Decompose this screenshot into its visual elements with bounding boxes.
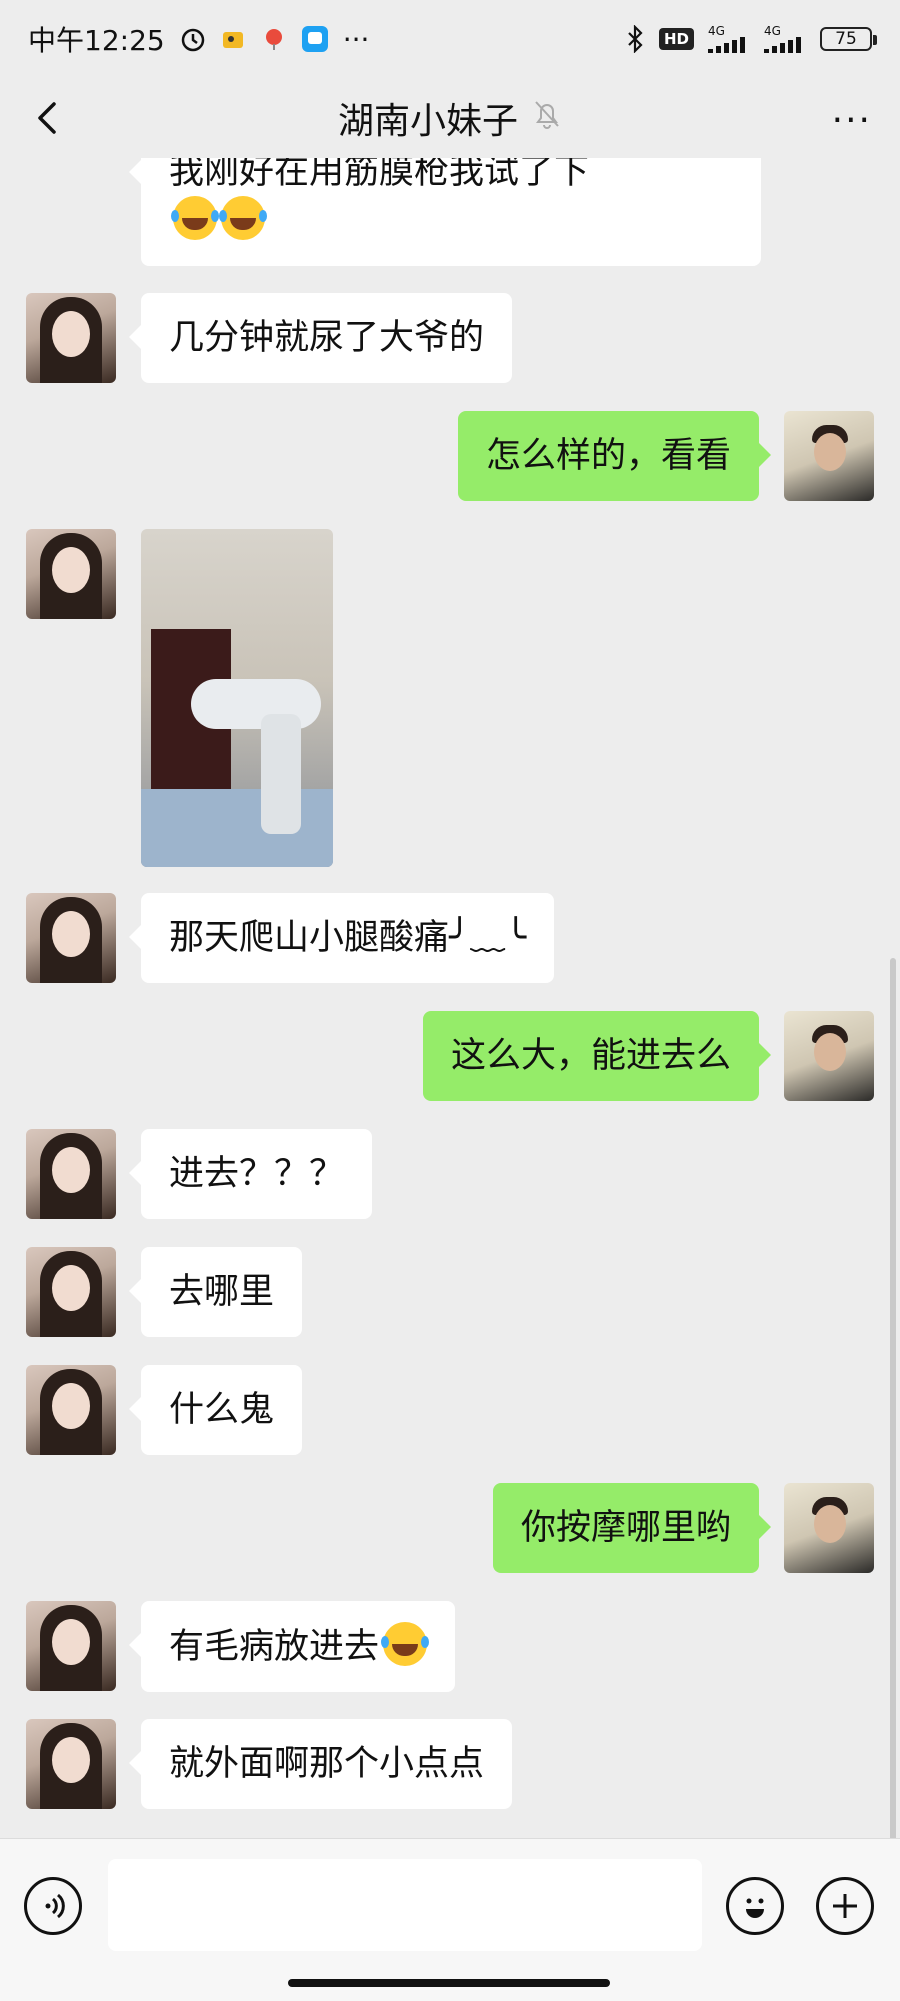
message-bubble[interactable]: 怎么样的，看看 [457,411,772,501]
message-text: 我刚好在用筋膜枪我试了下 [169,158,590,192]
plus-icon[interactable] [816,1877,874,1935]
message-row: 进去？？？ [26,1129,373,1219]
muted-bell-icon [532,98,562,139]
status-bar: 中午12:25 ··· HD 4G 4G 75 [0,0,900,78]
message-text: 什么鬼 [169,1390,275,1430]
emoji-icon[interactable] [726,1877,784,1935]
message-bubble[interactable]: 你按摩哪里哟 [492,1483,772,1573]
hd-badge: HD [658,28,694,50]
chat-area[interactable]: 我刚好在用筋膜枪我试了下 几分钟就尿了大爷的 怎么样的，看看 那天爬山小腿酸痛╯… [0,158,900,1838]
contact-avatar[interactable] [26,1365,116,1455]
home-indicator[interactable] [288,1979,610,1987]
message-row: 几分钟就尿了大爷的 [26,293,513,383]
my-avatar[interactable] [784,411,874,501]
message-row: 我刚好在用筋膜枪我试了下 [26,158,761,266]
message-row: 就外面啊那个小点点 [26,1719,513,1809]
message-input[interactable] [108,1859,702,1951]
signal-1: 4G [708,25,750,53]
chat-more-button[interactable]: ··· [832,100,872,141]
message-text: 几分钟就尿了大爷的 [169,318,485,358]
laugh-cry-emoji-icon [219,196,267,240]
message-bubble[interactable]: 我刚好在用筋膜枪我试了下 [129,158,761,266]
message-bubble[interactable]: 就外面啊那个小点点 [128,1719,513,1809]
message-bubble[interactable]: 去哪里 [128,1247,303,1337]
message-text: 去哪里 [169,1272,275,1312]
my-avatar[interactable] [784,1011,874,1101]
clock: 中午12:25 [28,24,165,57]
message-text: 你按摩哪里哟 [520,1508,731,1548]
alarm-icon [179,25,207,53]
message-row: 有毛病放进去 [26,1601,456,1692]
message-text: 这么大，能进去么 [450,1036,731,1076]
battery-indicator: 75 [820,27,877,51]
contact-avatar[interactable] [26,293,116,383]
message-row: 怎么样的，看看 [457,411,874,501]
message-text: 进去？？？ [169,1154,345,1194]
chat-scrollbar[interactable] [890,958,896,1838]
message-text: 怎么样的，看看 [485,436,731,476]
contact-avatar[interactable] [26,893,116,983]
contact-avatar[interactable] [26,1247,116,1337]
message-row: 那天爬山小腿酸痛╯﹏╰ [26,893,555,983]
chat-title: 湖南小妹子 [337,101,518,142]
contact-avatar[interactable] [26,529,116,619]
my-avatar[interactable] [784,1483,874,1573]
contact-avatar[interactable] [26,1601,116,1691]
voice-icon[interactable] [24,1877,82,1935]
bluetooth-icon [625,25,645,53]
message-notification-icon [301,25,329,53]
message-row: 去哪里 [26,1247,303,1337]
contact-avatar[interactable] [26,1129,116,1219]
more-notifications: ··· [342,22,370,56]
laugh-cry-emoji-icon [171,196,219,240]
app-notification-icon [221,26,247,52]
laugh-cry-emoji-icon [381,1622,430,1666]
message-text: 就外面啊那个小点点 [169,1744,485,1784]
message-bubble[interactable]: 什么鬼 [128,1365,303,1455]
message-bubble[interactable]: 有毛病放进去 [128,1601,456,1692]
image-message[interactable] [141,529,333,867]
chat-header: 湖南小妹子 ··· [0,78,900,158]
message-bubble[interactable]: 进去？？？ [128,1129,373,1219]
contact-avatar[interactable] [26,1719,116,1809]
map-notification-icon [261,26,287,52]
message-text: 有毛病放进去 [169,1627,380,1667]
message-row: 什么鬼 [26,1365,303,1455]
message-bubble[interactable]: 那天爬山小腿酸痛╯﹏╰ [128,893,555,983]
message-text: 那天爬山小腿酸痛╯﹏╰ [169,918,527,958]
input-bar [0,1838,900,2001]
message-row: 你按摩哪里哟 [492,1483,874,1573]
message-row [26,529,333,867]
message-bubble[interactable]: 这么大，能进去么 [422,1011,772,1101]
back-button[interactable] [28,98,68,138]
signal-2: 4G [764,25,806,53]
message-row: 这么大，能进去么 [422,1011,874,1101]
message-bubble[interactable]: 几分钟就尿了大爷的 [128,293,513,383]
